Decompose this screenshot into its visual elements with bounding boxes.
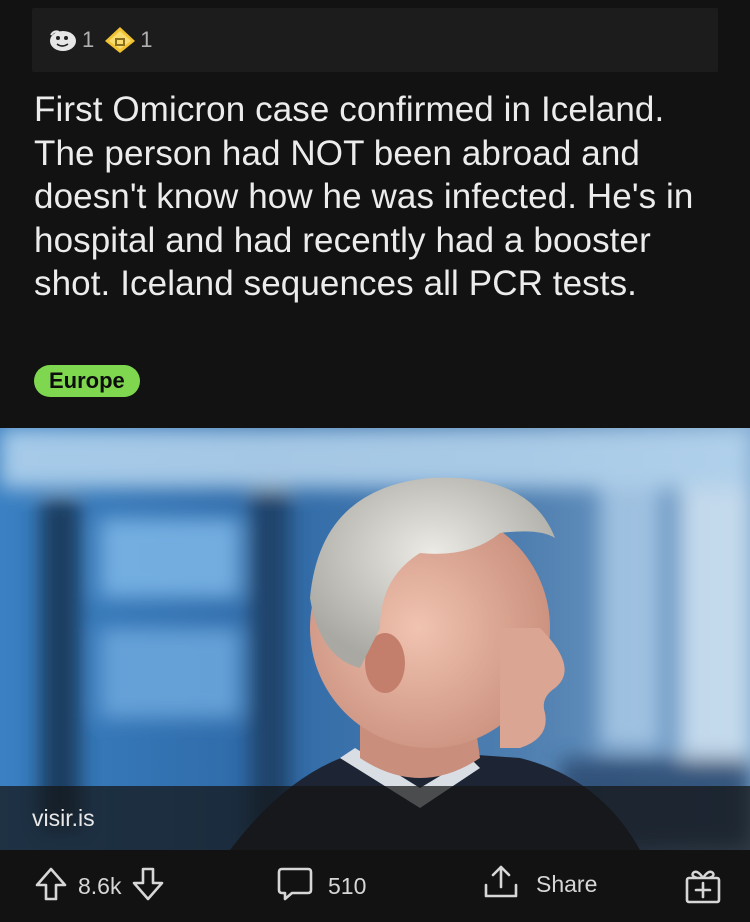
vote-group: 8.6k	[34, 866, 165, 906]
comment-bubble-icon	[276, 866, 314, 907]
comments-button[interactable]: 510	[276, 866, 366, 906]
downvote-button[interactable]	[131, 866, 165, 907]
wholesome-seal-award-icon	[48, 27, 78, 53]
award-wholesome[interactable]: 1	[48, 27, 94, 53]
post-action-bar: 8.6k 510 Share	[0, 850, 750, 922]
gift-award-icon	[683, 870, 723, 910]
comment-count: 510	[328, 872, 367, 899]
give-award-button[interactable]	[683, 866, 723, 911]
vote-score: 8.6k	[78, 872, 122, 899]
gold-trophy-award-icon	[104, 26, 136, 54]
downvote-arrow-icon	[133, 867, 164, 900]
post-flair[interactable]: Europe	[34, 365, 140, 397]
awards-bar: 1 1	[32, 8, 718, 72]
award-count: 1	[140, 27, 153, 52]
award-count: 1	[82, 27, 95, 52]
share-icon	[482, 863, 520, 906]
upvote-button[interactable]	[34, 866, 68, 907]
share-button[interactable]: Share	[482, 864, 597, 904]
link-domain: visir.is	[32, 804, 95, 831]
share-label: Share	[536, 870, 598, 897]
post-title[interactable]: First Omicron case confirmed in Iceland.…	[34, 88, 724, 306]
award-gold[interactable]: 1	[104, 26, 153, 54]
upvote-arrow-icon	[35, 867, 67, 900]
link-domain-bar[interactable]: visir.is	[0, 786, 750, 850]
